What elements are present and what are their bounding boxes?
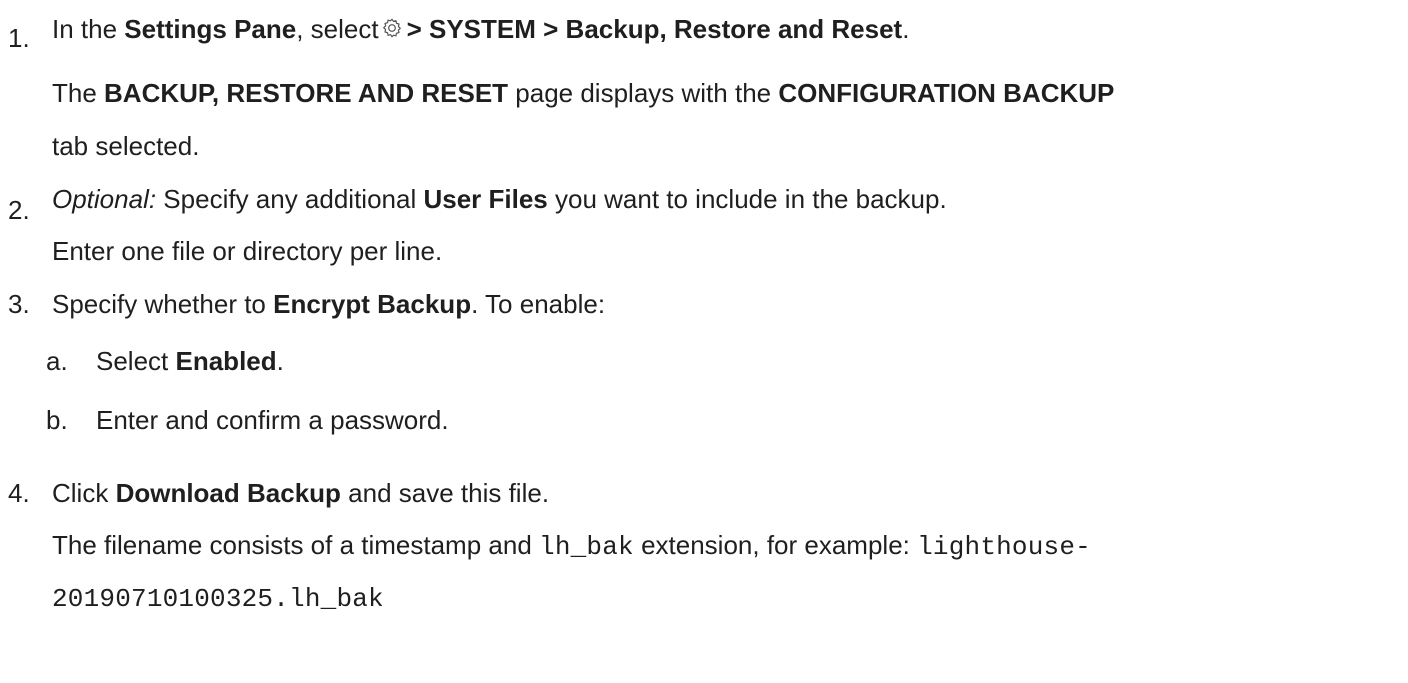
step-2-line-1: Optional: Specify any additional User Fi… (52, 184, 947, 214)
settings-pane-label: Settings Pane (124, 14, 297, 44)
menu-path: > SYSTEM > Backup, Restore and Reset (406, 14, 903, 44)
download-backup-label: Download Backup (115, 478, 341, 508)
optional-label: Optional: (52, 184, 157, 214)
step-number: 4. (8, 478, 30, 508)
example-filename-start: lighthouse- (917, 532, 1091, 562)
substep-letter: b. (46, 405, 68, 435)
substep-letter: a. (46, 346, 68, 376)
extension-code: lh_bak (539, 532, 634, 562)
step-number: 3. (8, 289, 30, 319)
step-4-line-1: Click Download Backup and save this file… (52, 478, 550, 508)
step-3-line-1: Specify whether to Encrypt Backup. To en… (52, 289, 606, 319)
step-1-line-2: The BACKUP, RESTORE AND RESET page displ… (52, 78, 1115, 108)
enabled-label: Enabled (175, 346, 277, 376)
encrypt-backup-label: Encrypt Backup (273, 289, 472, 319)
gear-icon (381, 15, 403, 38)
example-filename-end: 20190710100325.lh_bak (52, 584, 384, 614)
step-4-line-2: The filename consists of a timestamp and… (52, 530, 1091, 562)
step-number: 2. (8, 195, 30, 225)
user-files-label: User Files (423, 184, 548, 214)
step-1-line-3: tab selected. (52, 131, 200, 161)
substep-b: Enter and confirm a password. (96, 405, 449, 435)
step-2-line-2: Enter one file or directory per line. (52, 236, 443, 266)
substep-a: Select Enabled. (96, 346, 284, 376)
step-number: 1. (8, 23, 30, 53)
page-name: BACKUP, RESTORE AND RESET (104, 78, 509, 108)
step-1-line-1: In the Settings Pane, select > SYSTEM > B… (52, 14, 910, 44)
tab-name: CONFIGURATION BACKUP (778, 78, 1115, 108)
step-4-line-3: 20190710100325.lh_bak (52, 582, 384, 614)
